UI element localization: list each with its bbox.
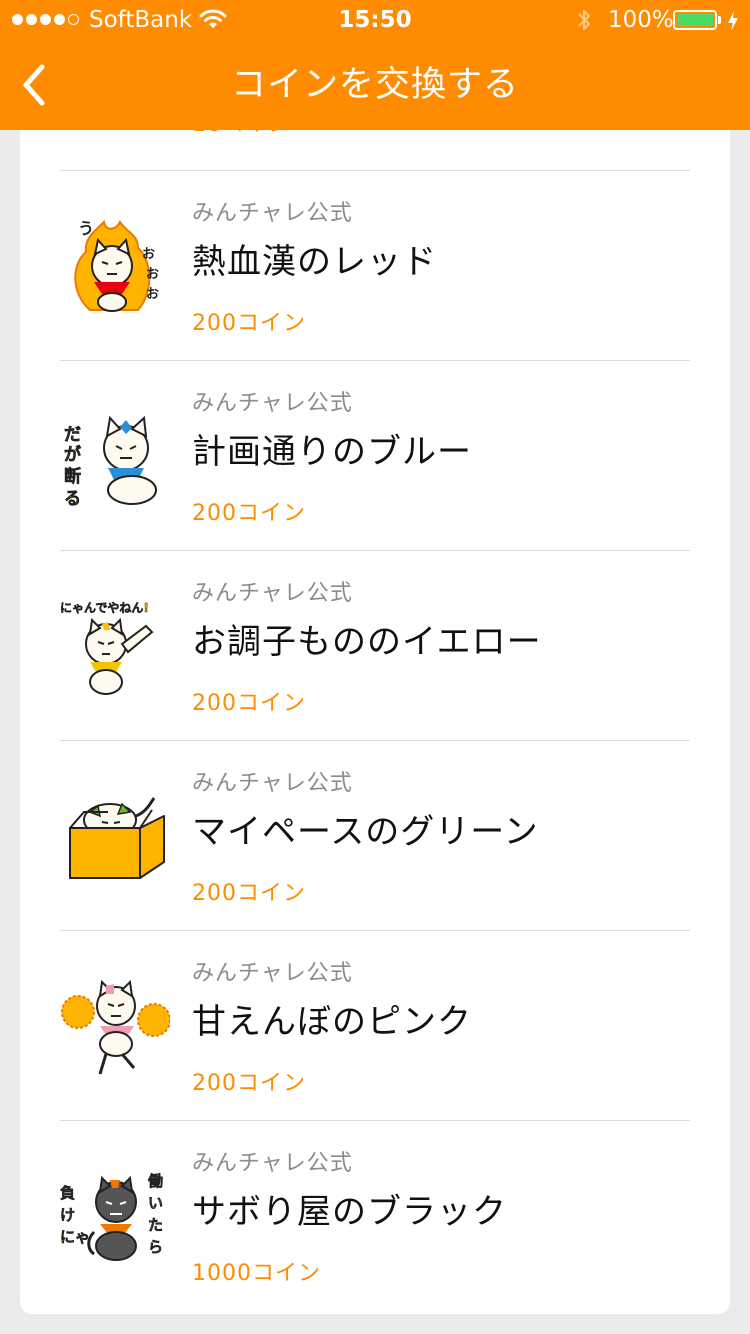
item-price: 1000コイン xyxy=(192,1261,321,1286)
item-publisher: みんチャレ公式 xyxy=(192,1151,353,1176)
page-title: コインを交換する xyxy=(230,65,519,105)
item-price: 200コイン xyxy=(192,691,306,716)
sticker-item[interactable]: 負 け にゃ 働 い た ら みんチャレ公式 サボり屋のブラック 1000コイン xyxy=(60,1120,690,1310)
svg-text:う: う xyxy=(78,219,94,238)
svg-text:ら: ら xyxy=(148,1238,163,1256)
battery-icon xyxy=(673,10,717,30)
svg-text:お: お xyxy=(146,267,159,282)
battery-percent: 100% xyxy=(608,7,674,33)
navigation-bar: コインを交換する xyxy=(0,40,750,130)
item-publisher: みんチャレ公式 xyxy=(192,961,353,986)
svg-text:お: お xyxy=(142,247,155,262)
item-price: 200コイン xyxy=(192,501,306,526)
item-name: サボり屋のブラック xyxy=(192,1192,507,1232)
red-cat-sticker-icon: う お お お xyxy=(74,219,159,312)
svg-text:お: お xyxy=(146,287,159,302)
charging-bolt-icon xyxy=(727,10,739,36)
bluetooth-icon xyxy=(576,6,592,38)
item-publisher: みんチャレ公式 xyxy=(192,771,353,796)
top-bar: SoftBank 15:50 100% コインを交換する xyxy=(0,0,750,130)
item-publisher: みんチャレ公式 xyxy=(192,391,353,416)
svg-text:た: た xyxy=(148,1216,163,1234)
item-price: 200コイン xyxy=(192,881,306,906)
black-cat-sticker-icon: 負 け にゃ 働 い た ら xyxy=(60,1172,163,1261)
item-name: お調子もののイエロー xyxy=(192,622,542,662)
pink-cat-sticker-icon xyxy=(61,979,170,1075)
svg-text:にゃ: にゃ xyxy=(60,1228,90,1246)
svg-text:断: 断 xyxy=(64,466,81,487)
item-publisher: みんチャレ公式 xyxy=(192,581,353,606)
coin-exchange-list: 10コイン う お お お みんチャレ公式 熱血漢のレッド 200コイン だ が… xyxy=(20,100,730,1314)
item-price: 200コイン xyxy=(192,311,306,336)
sticker-item[interactable]: だ が 断 る みんチャレ公式 計画通りのブルー 200コイン xyxy=(60,360,690,551)
svg-text:だ: だ xyxy=(64,425,81,445)
item-name: 熱血漢のレッド xyxy=(192,242,437,282)
sticker-item[interactable]: う お お お みんチャレ公式 熱血漢のレッド 200コイン xyxy=(60,170,690,361)
svg-text:負: 負 xyxy=(60,1184,75,1202)
svg-text:が: が xyxy=(64,444,81,465)
svg-text:働: 働 xyxy=(147,1172,163,1190)
svg-text:い: い xyxy=(148,1194,163,1212)
yellow-cat-sticker-icon: にゃんでやねん! xyxy=(60,601,154,695)
blue-cat-sticker-icon: だ が 断 る xyxy=(64,415,157,509)
item-name: 計画通りのブルー xyxy=(192,432,472,472)
battery-tip xyxy=(718,16,721,24)
svg-text:け: け xyxy=(60,1206,75,1224)
status-bar: SoftBank 15:50 100% xyxy=(0,0,750,40)
sticker-item[interactable]: にゃんでやねん! みんチャレ公式 お調子もののイエロー 200コイン xyxy=(60,550,690,741)
svg-text:る: る xyxy=(64,489,81,509)
sticker-item[interactable]: みんチャレ公式 甘えんぼのピンク 200コイン xyxy=(60,930,690,1121)
svg-text:にゃんでやねん!: にゃんでやねん! xyxy=(60,601,149,615)
green-cat-sticker-icon xyxy=(69,797,165,879)
battery-level xyxy=(677,14,713,26)
item-price: 200コイン xyxy=(192,1071,306,1096)
item-name: マイペースのグリーン xyxy=(192,812,539,852)
item-publisher: みんチャレ公式 xyxy=(192,201,353,226)
item-name: 甘えんぼのピンク xyxy=(192,1002,472,1042)
sticker-item[interactable]: みんチャレ公式 マイペースのグリーン 200コイン xyxy=(60,740,690,931)
